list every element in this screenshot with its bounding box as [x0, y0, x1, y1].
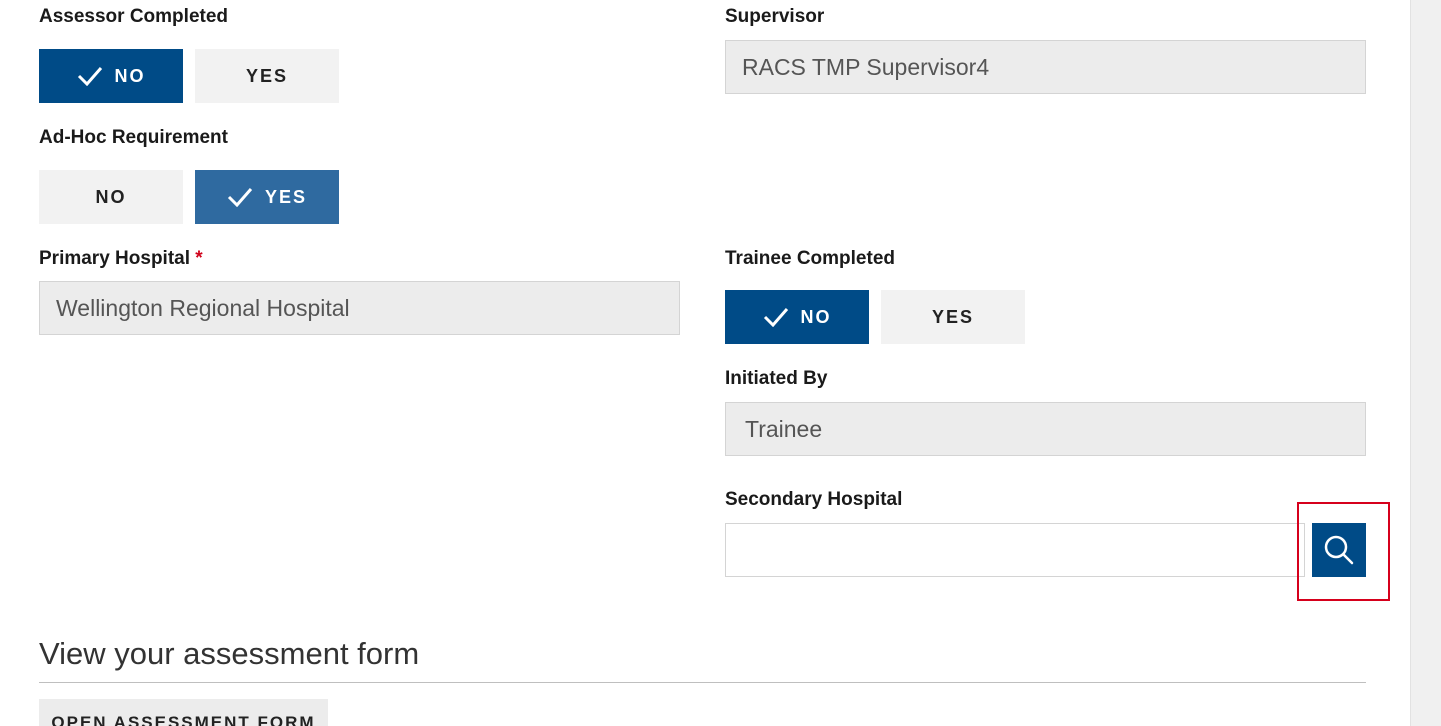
trainee-completed-no-button[interactable]: NO: [725, 290, 869, 344]
checkmark-icon: [763, 308, 788, 327]
primary-hospital-label-text: Primary Hospital: [39, 248, 190, 269]
open-assessment-form-button[interactable]: OPEN ASSESSMENT FORM: [39, 699, 328, 726]
adhoc-requirement-no-label: NO: [95, 186, 127, 207]
assessment-heading: View your assessment form: [39, 636, 420, 671]
checkmark-icon: [227, 188, 253, 207]
assessor-completed-no-label: NO: [114, 65, 146, 86]
secondary-hospital-input[interactable]: [725, 523, 1305, 577]
adhoc-requirement-yes-button[interactable]: YES: [195, 170, 339, 224]
assessor-completed-no-button[interactable]: NO: [39, 49, 183, 103]
initiated-by-label: Initiated By: [725, 368, 828, 389]
checkmark-icon: [77, 67, 102, 86]
assessor-completed-yes-label: YES: [245, 65, 289, 86]
secondary-hospital-label: Secondary Hospital: [725, 489, 903, 510]
required-marker: *: [195, 248, 203, 269]
adhoc-requirement-label: Ad-Hoc Requirement: [39, 127, 228, 148]
trainee-completed-yes-button[interactable]: YES: [881, 290, 1025, 344]
primary-hospital-label: Primary Hospital *: [39, 248, 203, 270]
initiated-by-field[interactable]: Trainee: [725, 402, 1366, 456]
supervisor-label: Supervisor: [725, 6, 825, 27]
trainee-completed-no-label: NO: [800, 306, 832, 327]
trainee-completed-yes-label: YES: [931, 306, 975, 327]
adhoc-requirement-yes-label: YES: [264, 186, 308, 207]
adhoc-requirement-no-button[interactable]: NO: [39, 170, 183, 224]
supervisor-field[interactable]: RACS TMP Supervisor4: [725, 40, 1366, 94]
trainee-completed-label: Trainee Completed: [725, 248, 895, 269]
highlight-box: [1297, 502, 1390, 601]
scrollbar-gutter[interactable]: [1410, 0, 1441, 726]
section-divider: [39, 682, 1366, 683]
assessor-completed-yes-button[interactable]: YES: [195, 49, 339, 103]
primary-hospital-field[interactable]: Wellington Regional Hospital: [39, 281, 680, 335]
assessor-completed-label: Assessor Completed: [39, 6, 229, 27]
